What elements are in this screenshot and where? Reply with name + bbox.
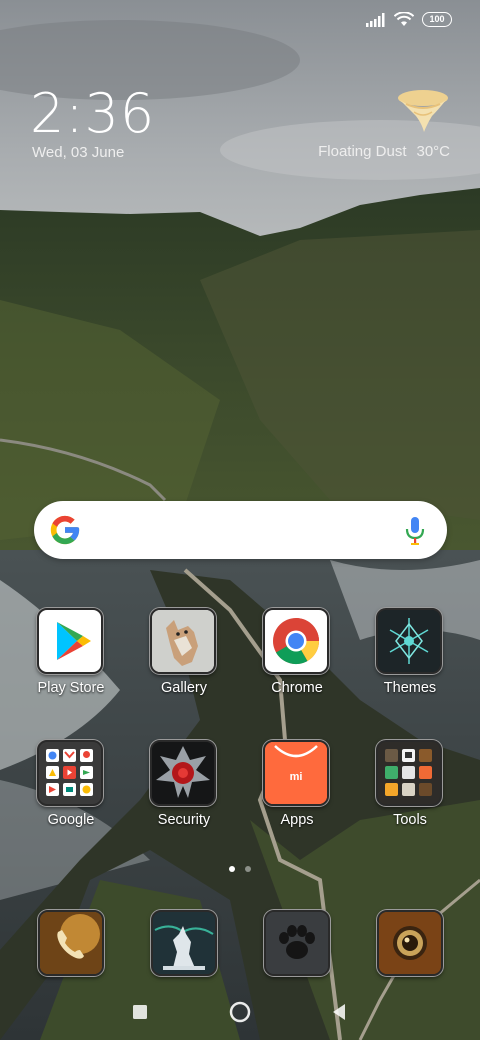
clock-time[interactable]: 2:36 <box>30 82 155 145</box>
app-label: Google <box>47 812 95 828</box>
floating-dust-icon[interactable] <box>394 86 452 136</box>
back-button[interactable] <box>327 1000 351 1024</box>
app-google-folder[interactable]: Google <box>16 740 126 850</box>
wolf-icon <box>153 912 215 974</box>
recents-button[interactable] <box>128 1000 152 1024</box>
app-tools-folder[interactable]: Tools <box>355 740 465 850</box>
apps-icon: mi <box>263 740 329 806</box>
google-folder-icon <box>37 740 103 806</box>
dock-camera[interactable] <box>377 910 443 976</box>
page-dot-active <box>229 866 235 872</box>
app-label: Gallery <box>161 680 207 696</box>
battery-icon: 100 <box>422 12 452 27</box>
chrome-icon <box>263 608 329 674</box>
app-play-store[interactable]: Play Store <box>16 608 126 718</box>
google-g-icon <box>50 515 80 545</box>
status-bar: 100 <box>0 0 480 44</box>
phone-icon <box>40 912 102 974</box>
dock-wolf[interactable] <box>151 910 217 976</box>
camera-icon <box>379 912 441 974</box>
google-search-bar[interactable] <box>34 501 447 559</box>
app-chrome[interactable]: Chrome <box>242 608 352 718</box>
page-indicator <box>229 866 251 872</box>
play-store-icon <box>37 608 103 674</box>
gallery-icon <box>150 608 216 674</box>
app-apps[interactable]: mi Apps <box>242 740 352 850</box>
app-gallery[interactable]: Gallery <box>129 608 239 718</box>
weather-info[interactable]: Floating Dust 30°C <box>318 143 450 160</box>
paw-icon <box>266 912 328 974</box>
app-security[interactable]: Security <box>129 740 239 850</box>
themes-icon <box>376 608 442 674</box>
app-label: Tools <box>393 812 427 828</box>
mic-icon[interactable] <box>405 516 425 546</box>
wifi-icon <box>394 12 414 26</box>
app-label: Apps <box>280 812 314 828</box>
dock-paw[interactable] <box>264 910 330 976</box>
app-label: Themes <box>383 680 437 696</box>
home-button[interactable] <box>228 1000 252 1024</box>
security-icon <box>150 740 216 806</box>
clock-date[interactable]: Wed, 03 June <box>32 144 124 161</box>
page-dot <box>245 866 251 872</box>
app-themes[interactable]: Themes <box>355 608 465 718</box>
dock-phone[interactable] <box>38 910 104 976</box>
temperature: 30°C <box>416 143 450 160</box>
svg-text:mi: mi <box>290 771 303 783</box>
signal-icon <box>366 12 385 27</box>
app-label: Security <box>157 812 211 828</box>
app-label: Chrome <box>271 680 323 696</box>
app-label: Play Store <box>37 680 105 696</box>
tools-folder-icon <box>376 740 442 806</box>
navigation-bar <box>0 990 480 1034</box>
weather-condition: Floating Dust <box>318 143 407 160</box>
